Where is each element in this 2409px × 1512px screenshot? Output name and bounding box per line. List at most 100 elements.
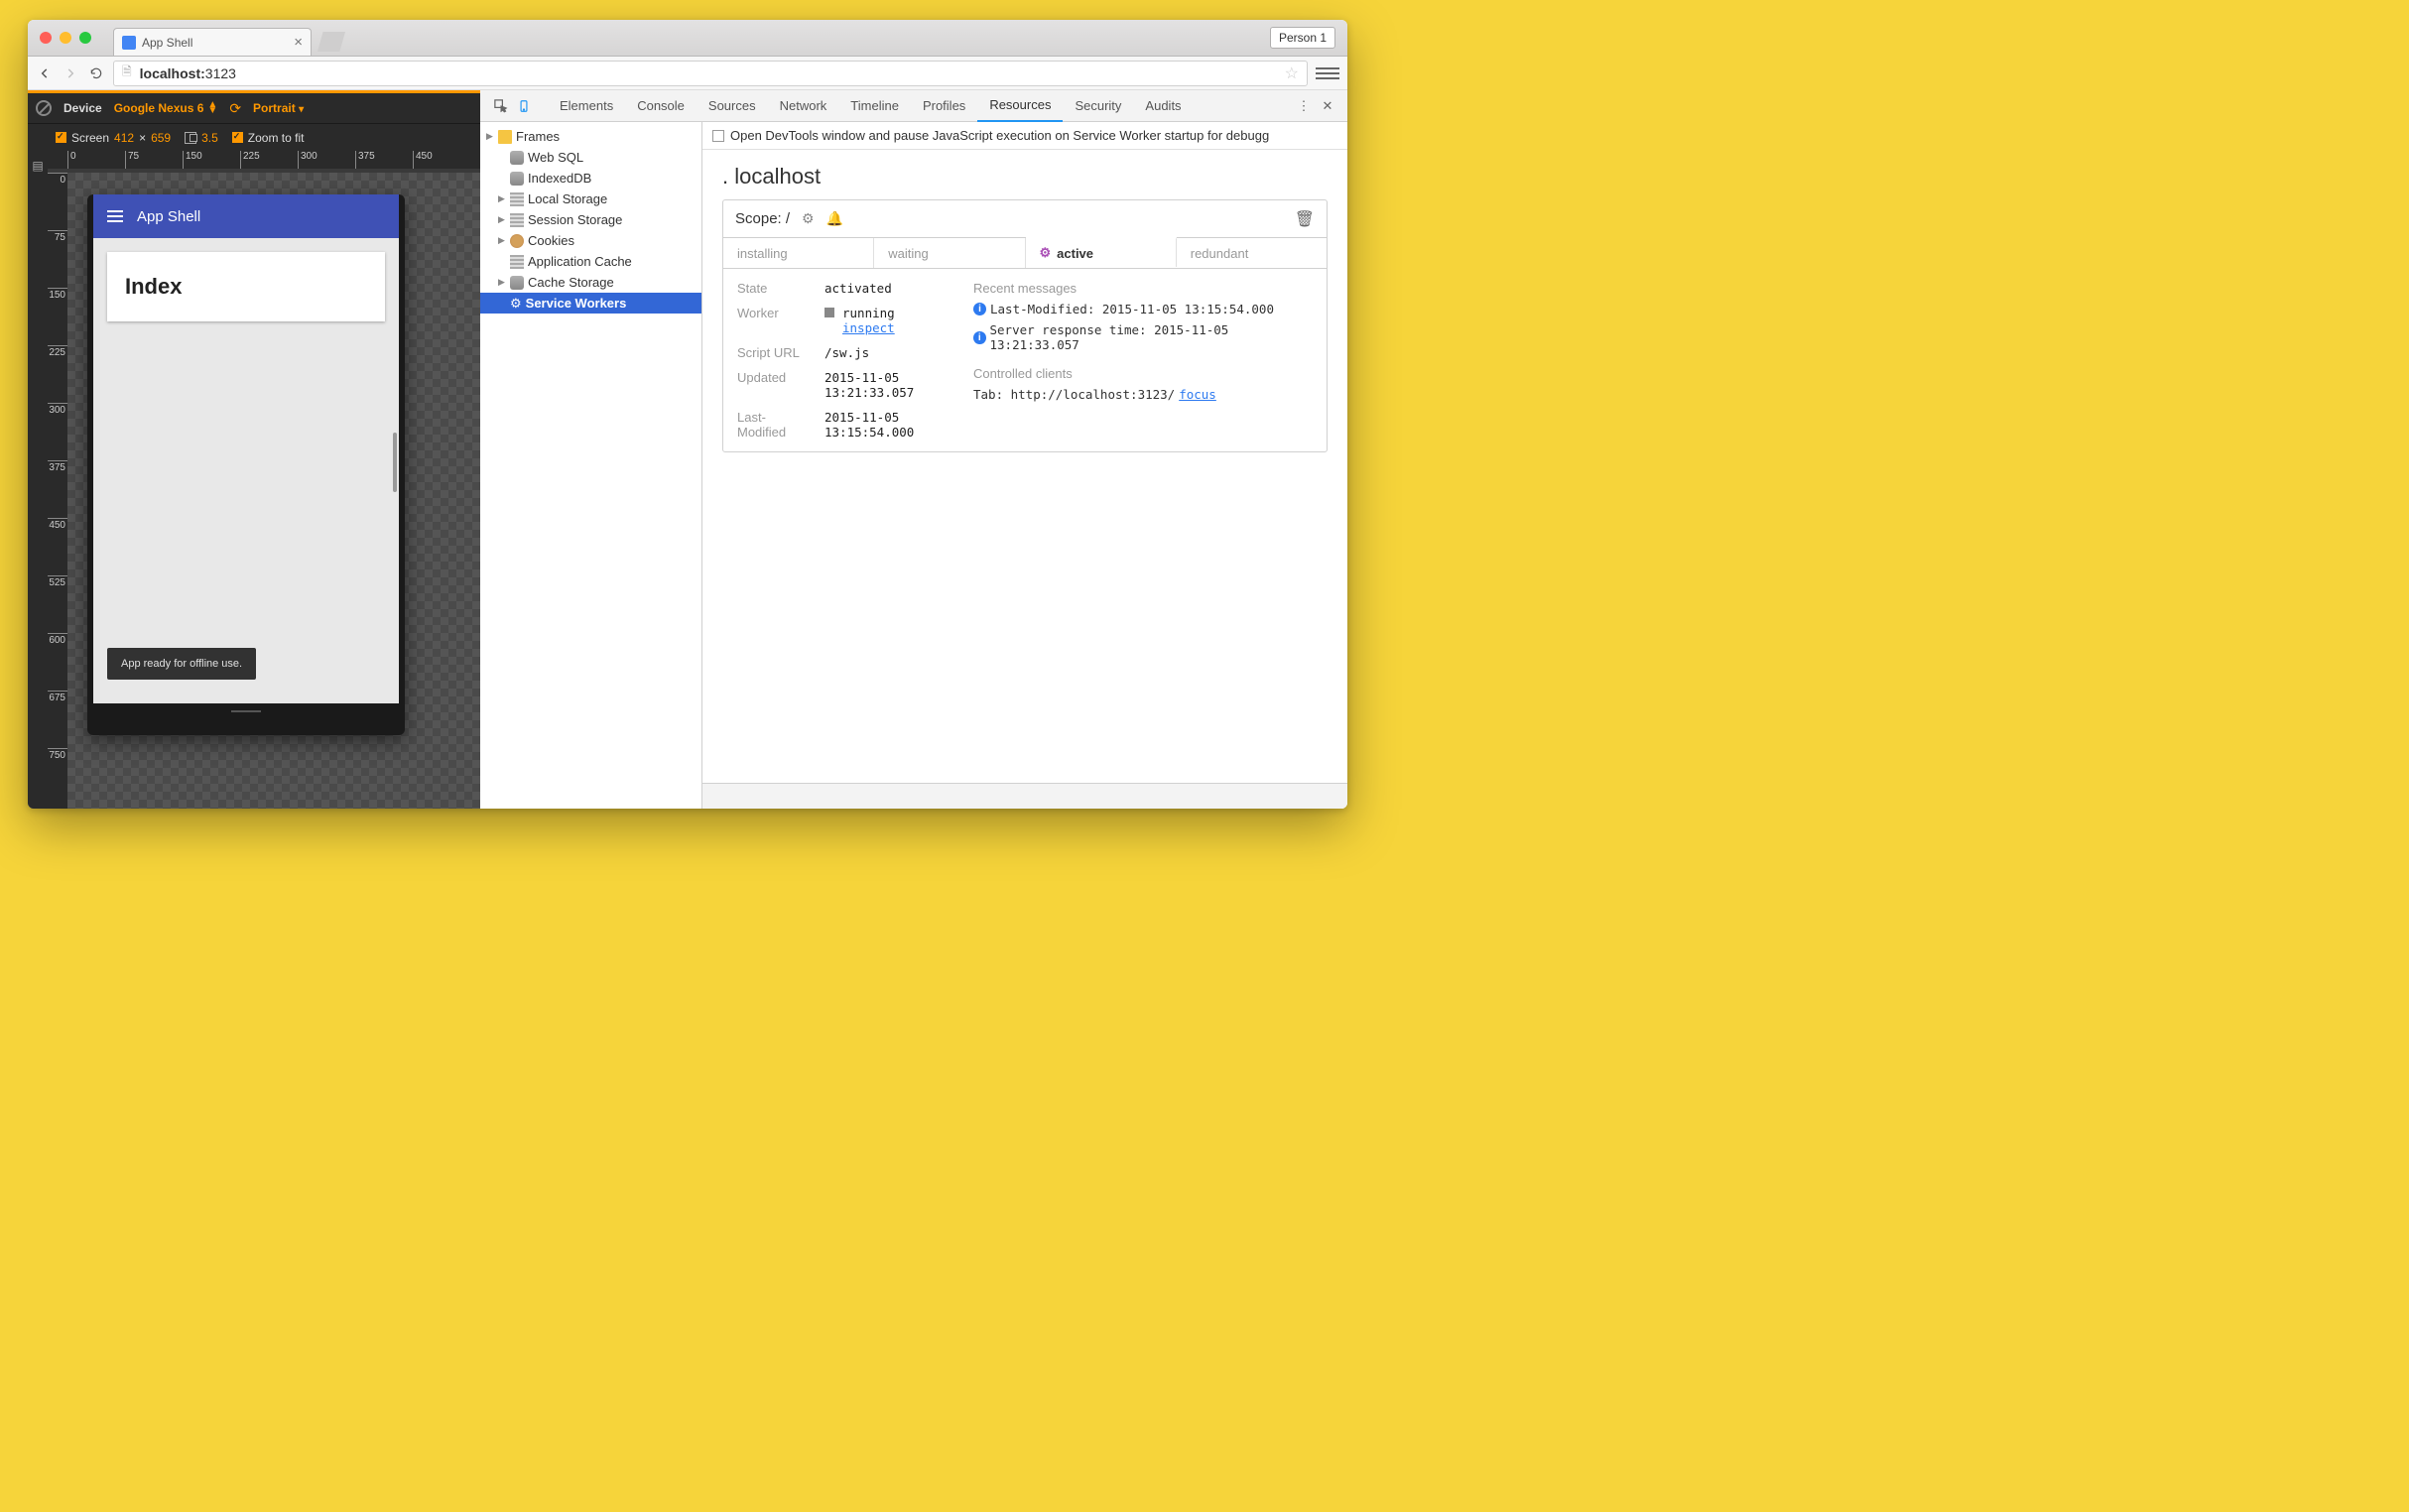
sw-stop-icon[interactable] bbox=[824, 308, 834, 317]
phone-home-bar bbox=[93, 703, 399, 719]
worker-inspect-link[interactable]: inspect bbox=[842, 320, 895, 335]
dpr-value[interactable]: 3.5 bbox=[201, 131, 218, 145]
reload-button[interactable] bbox=[87, 64, 105, 82]
dpr-group: 3.5 bbox=[185, 131, 218, 145]
phone-scrollbar[interactable] bbox=[393, 433, 397, 492]
state-label: State bbox=[737, 281, 815, 296]
device-body: 075150225300375450525600675750 App Shell… bbox=[28, 173, 480, 809]
window-close-button[interactable] bbox=[40, 32, 52, 44]
sw-delete-trash-icon[interactable]: 🗑 bbox=[1295, 209, 1315, 229]
info-icon: i bbox=[973, 331, 986, 344]
ruler-vertical: 075150225300375450525600675750 bbox=[48, 173, 67, 809]
sw-status-tab-waiting[interactable]: waiting bbox=[874, 238, 1025, 268]
rotate-icon[interactable]: ⟳ bbox=[229, 100, 241, 117]
devtools-tab-timeline[interactable]: Timeline bbox=[838, 90, 911, 122]
bookmark-star-icon[interactable]: ☆ bbox=[1285, 63, 1299, 83]
chrome-menu-button[interactable] bbox=[1316, 62, 1339, 85]
toggle-device-icon[interactable] bbox=[512, 94, 536, 118]
address-bar[interactable]: 🗎 localhost:3123 ☆ bbox=[113, 61, 1308, 86]
devtools-tab-sources[interactable]: Sources bbox=[697, 90, 768, 122]
devtools-tab-elements[interactable]: Elements bbox=[548, 90, 625, 122]
devtools-panel: ElementsConsoleSourcesNetworkTimelinePro… bbox=[480, 90, 1347, 809]
hamburger-icon[interactable] bbox=[107, 210, 123, 222]
devtools-close-icon[interactable]: ✕ bbox=[1316, 94, 1339, 118]
content-area: Device Google Nexus 6 ▲▼ ⟳ Portrait ▾ Sc… bbox=[28, 90, 1347, 809]
devtools-tab-console[interactable]: Console bbox=[625, 90, 697, 122]
resource-item-service-workers[interactable]: ⚙Service Workers bbox=[480, 293, 701, 314]
screen-checkbox[interactable] bbox=[56, 132, 66, 143]
zoom-checkbox[interactable] bbox=[232, 132, 243, 143]
screen-size-group: Screen 412 × 659 bbox=[56, 131, 171, 145]
ruler-tick: 75 bbox=[125, 151, 139, 169]
new-tab-button[interactable] bbox=[317, 32, 345, 52]
app-body: Index App ready for offline use. bbox=[93, 238, 399, 703]
recent-message-1: iLast-Modified: 2015-11-05 13:15:54.000 bbox=[973, 302, 1313, 316]
site-info-icon[interactable]: 🗎 bbox=[122, 63, 132, 83]
devtools-tab-network[interactable]: Network bbox=[768, 90, 839, 122]
device-toolbar-2: Screen 412 × 659 3.5 Zoom to fit bbox=[28, 123, 480, 151]
sw-status-tab-redundant[interactable]: redundant bbox=[1177, 238, 1327, 268]
resource-icon bbox=[510, 276, 524, 290]
screen-width[interactable]: 412 bbox=[114, 131, 134, 145]
pause-on-start-label: Open DevTools window and pause JavaScrip… bbox=[730, 128, 1269, 143]
resources-tree[interactable]: ▶FramesWeb SQLIndexedDB▶Local Storage▶Se… bbox=[480, 122, 702, 809]
ruler-tick: 300 bbox=[298, 151, 317, 169]
phone-screen: App Shell Index App ready for offline us… bbox=[93, 194, 399, 703]
resource-item-web-sql[interactable]: Web SQL bbox=[480, 147, 701, 168]
script-url-value: /sw.js bbox=[824, 345, 963, 360]
sw-status-tab-active[interactable]: ⚙active bbox=[1026, 237, 1177, 267]
devtools-tab-security[interactable]: Security bbox=[1063, 90, 1133, 122]
devtools-menu-icon[interactable]: ⋮ bbox=[1292, 94, 1316, 118]
sw-status-tabs: installingwaiting⚙activeredundant bbox=[723, 238, 1327, 269]
sw-push-bell-icon[interactable]: 🔔 bbox=[826, 210, 843, 227]
app-bar: App Shell bbox=[93, 194, 399, 238]
resource-item-indexeddb[interactable]: IndexedDB bbox=[480, 168, 701, 189]
resource-item-session-storage[interactable]: ▶Session Storage bbox=[480, 209, 701, 230]
window-maximize-button[interactable] bbox=[79, 32, 91, 44]
devtools-tab-audits[interactable]: Audits bbox=[1133, 90, 1193, 122]
updated-label: Updated bbox=[737, 370, 815, 400]
app-title: App Shell bbox=[137, 208, 200, 225]
resource-label: Session Storage bbox=[528, 212, 622, 227]
emulator-side-strip: ▤ bbox=[28, 151, 48, 173]
script-url-label: Script URL bbox=[737, 345, 815, 360]
tree-arrow-icon: ▶ bbox=[486, 131, 494, 142]
tab-close-icon[interactable]: × bbox=[294, 34, 303, 51]
ruler-tick: 750 bbox=[48, 748, 67, 761]
ruler-tick: 675 bbox=[48, 691, 67, 703]
sw-settings-gear-icon[interactable]: ⚙ bbox=[802, 210, 815, 227]
sw-status-tab-installing[interactable]: installing bbox=[723, 238, 874, 268]
resource-icon: ⚙ bbox=[510, 296, 522, 312]
sw-details: State activated Recent messages iLast-Mo… bbox=[723, 269, 1327, 451]
browser-window: App Shell × Person 1 🗎 localhost:3123 ☆ bbox=[28, 20, 1347, 809]
inspect-element-icon[interactable] bbox=[488, 94, 512, 118]
devtools-footer bbox=[702, 783, 1347, 809]
pause-on-start-checkbox[interactable] bbox=[712, 130, 724, 142]
resource-item-local-storage[interactable]: ▶Local Storage bbox=[480, 189, 701, 209]
browser-tab[interactable]: App Shell × bbox=[113, 28, 312, 56]
resource-item-cookies[interactable]: ▶Cookies bbox=[480, 230, 701, 251]
devtools-tab-resources[interactable]: Resources bbox=[977, 90, 1063, 122]
resource-icon bbox=[510, 192, 524, 206]
device-select[interactable]: Google Nexus 6 ▲▼ bbox=[114, 101, 218, 115]
last-modified-label: Last-Modified bbox=[737, 410, 815, 440]
screen-height[interactable]: 659 bbox=[151, 131, 171, 145]
forward-button[interactable] bbox=[62, 64, 79, 82]
window-minimize-button[interactable] bbox=[60, 32, 71, 44]
url-host: localhost: bbox=[140, 65, 205, 81]
back-button[interactable] bbox=[36, 64, 54, 82]
devtools-tab-profiles[interactable]: Profiles bbox=[911, 90, 977, 122]
media-query-icon[interactable]: ▤ bbox=[32, 159, 43, 173]
service-workers-panel: Open DevTools window and pause JavaScrip… bbox=[702, 122, 1347, 809]
ruler-tick: 375 bbox=[355, 151, 375, 169]
device-emulator-panel: Device Google Nexus 6 ▲▼ ⟳ Portrait ▾ Sc… bbox=[28, 90, 480, 809]
resource-item-cache-storage[interactable]: ▶Cache Storage bbox=[480, 272, 701, 293]
ruler-tick: 450 bbox=[413, 151, 433, 169]
resource-item-application-cache[interactable]: Application Cache bbox=[480, 251, 701, 272]
orientation-select[interactable]: Portrait ▾ bbox=[253, 101, 304, 115]
client-focus-link[interactable]: focus bbox=[1179, 387, 1216, 402]
resource-item-frames[interactable]: ▶Frames bbox=[480, 126, 701, 147]
content-card: Index bbox=[107, 252, 385, 321]
no-throttle-icon[interactable] bbox=[36, 100, 52, 116]
profile-badge[interactable]: Person 1 bbox=[1270, 27, 1335, 49]
